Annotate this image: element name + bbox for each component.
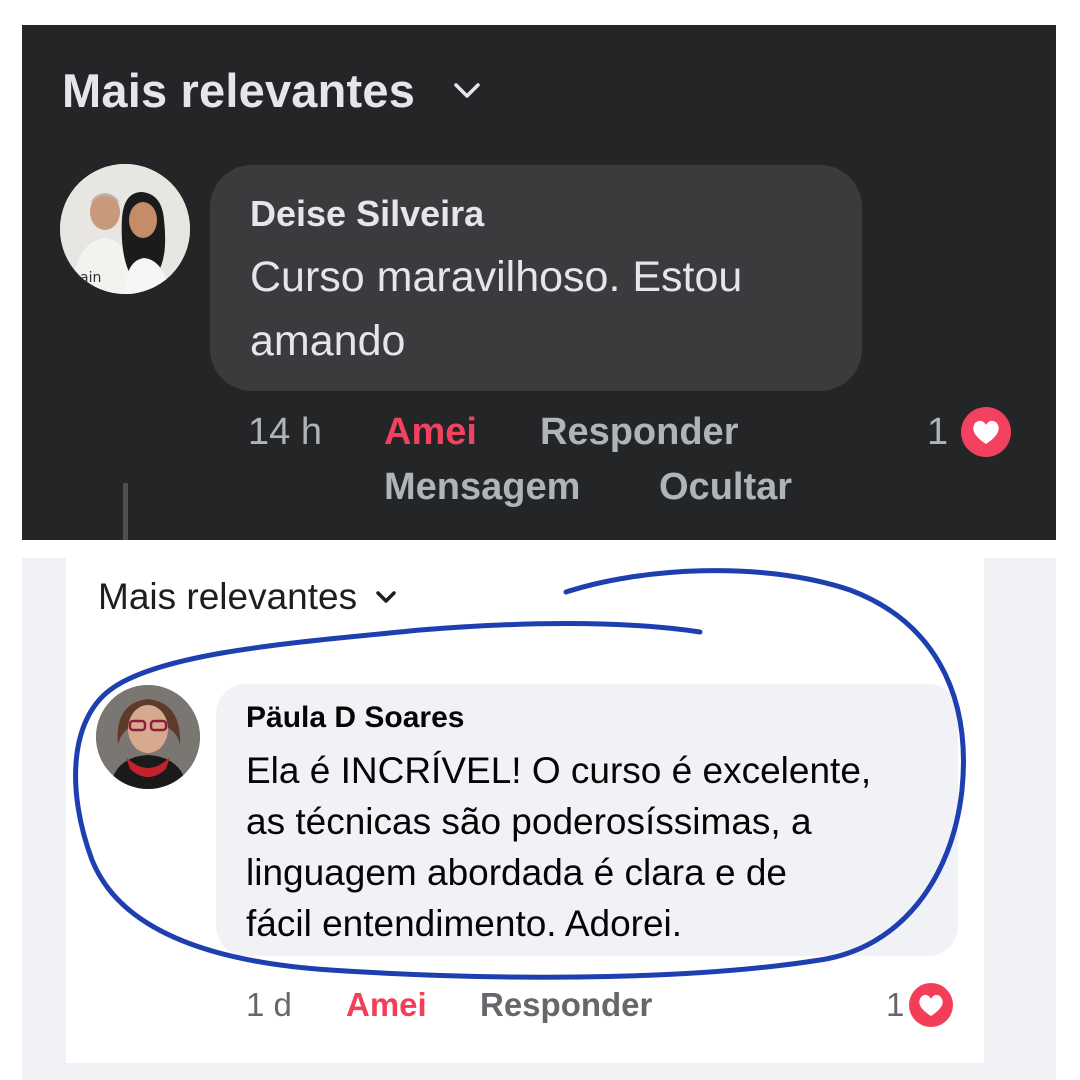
comment-author[interactable]: Päula D Soares bbox=[246, 701, 932, 735]
avatar-photo bbox=[96, 685, 200, 789]
comment-text-line: amando bbox=[250, 317, 406, 365]
reaction-count: 1 bbox=[927, 410, 949, 453]
reply-button[interactable]: Responder bbox=[480, 986, 652, 1024]
comment-text-line: Ela é INCRÍVEL! O curso é excelente, bbox=[246, 750, 872, 791]
comment-author[interactable]: Deise Silveira bbox=[250, 193, 824, 235]
reply-button[interactable]: Responder bbox=[540, 411, 738, 454]
chevron-down-icon bbox=[454, 82, 480, 98]
comment-timestamp[interactable]: 1 d bbox=[246, 986, 292, 1024]
message-button[interactable]: Mensagem bbox=[384, 466, 580, 509]
comment-bubble: Deise Silveira Curso maravilhoso. Estou … bbox=[210, 165, 862, 391]
heart-icon bbox=[909, 983, 954, 1027]
comment-timestamp[interactable]: 14 h bbox=[248, 411, 322, 454]
heart-icon bbox=[961, 407, 1012, 457]
comment-text-line: linguagem abordada é clara e de bbox=[246, 852, 787, 893]
avatar[interactable] bbox=[96, 685, 200, 789]
comment-text: Ela é INCRÍVEL! O curso é excelente, as … bbox=[246, 745, 932, 949]
comment-text: Curso maravilhoso. Estou amando bbox=[250, 245, 824, 373]
hide-button[interactable]: Ocultar bbox=[659, 466, 792, 509]
comment-text-line: Curso maravilhoso. Estou bbox=[250, 253, 743, 301]
sort-dropdown[interactable]: Mais relevantes bbox=[98, 576, 397, 618]
comment-text-line: as técnicas são poderosíssimas, a bbox=[246, 801, 812, 842]
comment-card: Mais relevantes Päula D Soares Ela é INC… bbox=[66, 558, 984, 1063]
dark-comment-screenshot: Mais relevantes ain Deise Silveira Curso… bbox=[22, 25, 1056, 540]
love-reaction-button[interactable]: Amei bbox=[384, 411, 477, 454]
comment-bubble: Päula D Soares Ela é INCRÍVEL! O curso é… bbox=[216, 684, 958, 956]
svg-text:ain: ain bbox=[80, 270, 101, 286]
sort-dropdown[interactable]: Mais relevantes bbox=[62, 63, 481, 118]
avatar-photo: ain bbox=[60, 164, 190, 294]
chevron-down-icon bbox=[376, 591, 396, 603]
sort-label: Mais relevantes bbox=[62, 64, 416, 117]
reaction-summary[interactable]: 1 bbox=[886, 982, 954, 1028]
sort-label: Mais relevantes bbox=[98, 576, 358, 617]
reaction-summary[interactable]: 1 bbox=[927, 406, 1012, 458]
thread-line bbox=[123, 483, 128, 540]
light-comment-screenshot: Mais relevantes Päula D Soares Ela é INC… bbox=[22, 558, 1056, 1080]
comment-text-line: fácil entendimento. Adorei. bbox=[246, 903, 683, 944]
reaction-count: 1 bbox=[886, 986, 905, 1023]
love-reaction-button[interactable]: Amei bbox=[346, 986, 427, 1024]
avatar[interactable]: ain bbox=[60, 164, 190, 294]
